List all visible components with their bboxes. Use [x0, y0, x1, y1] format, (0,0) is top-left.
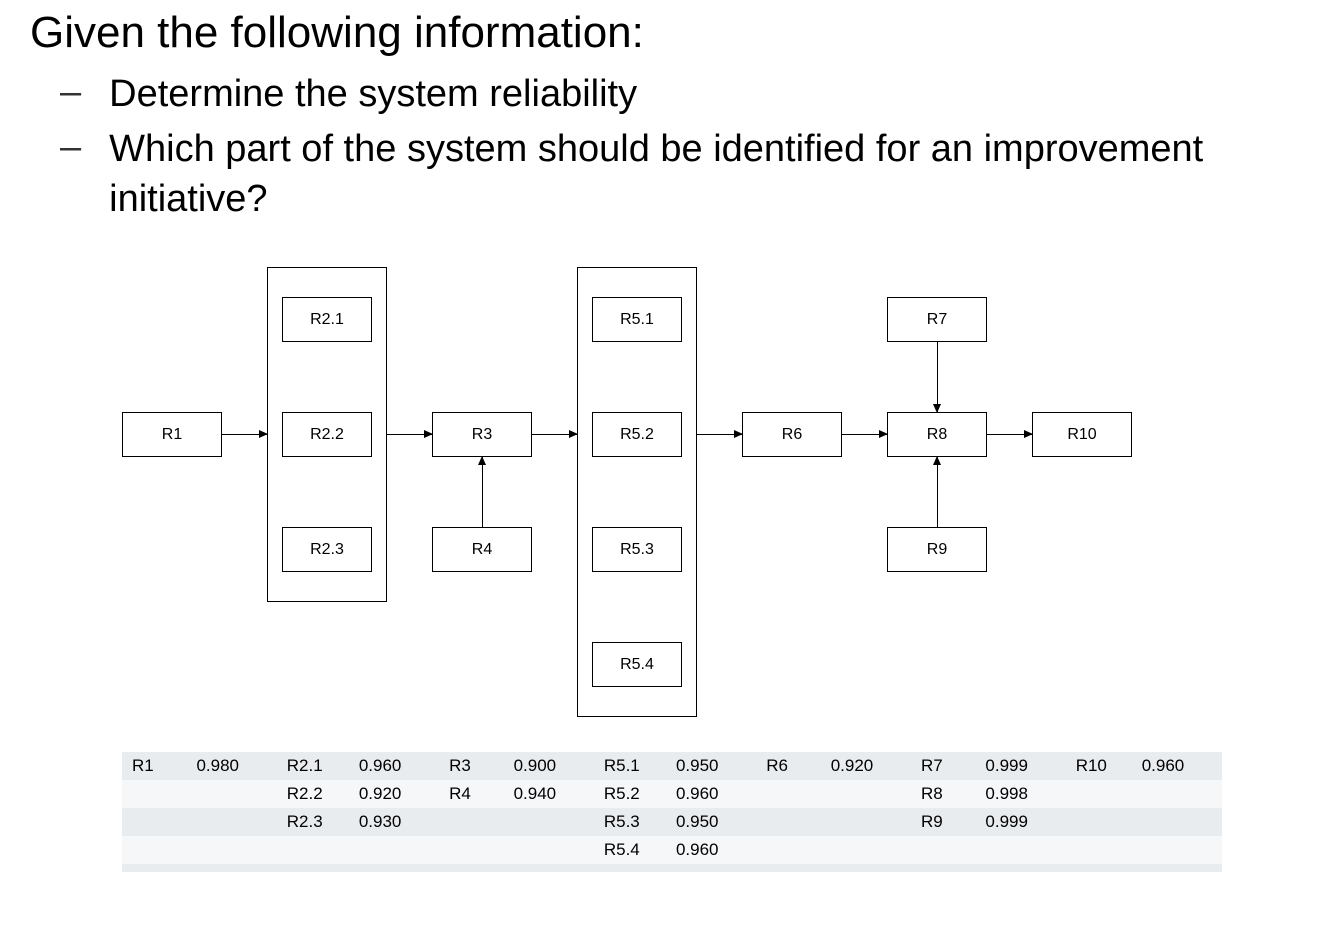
- cell-value: 0.950: [666, 752, 756, 780]
- cell-value: 0.998: [975, 780, 1065, 808]
- block-r5-2: R5.2: [592, 412, 682, 457]
- cell-label: R3: [439, 752, 503, 780]
- arrow-up-icon: [482, 457, 483, 527]
- cell-label: R5.3: [594, 808, 666, 836]
- block-r9: R9: [887, 527, 987, 572]
- table-row: R5.4 0.960: [122, 836, 1222, 864]
- block-r8: R8: [887, 412, 987, 457]
- cell-value: 0.999: [975, 752, 1065, 780]
- cell-label: R5.4: [594, 836, 666, 864]
- bullet-text: Determine the system reliability: [109, 70, 637, 119]
- bullet-text: Which part of the system should be ident…: [109, 125, 1314, 224]
- block-r5-3: R5.3: [592, 527, 682, 572]
- arrow-down-icon: [937, 342, 938, 412]
- cell-label: R6: [756, 752, 820, 780]
- bullet-item: – Determine the system reliability: [60, 70, 1314, 119]
- block-r2-1: R2.1: [282, 297, 372, 342]
- cell-value: 0.980: [186, 752, 276, 780]
- cell-value: 0.940: [504, 780, 594, 808]
- arrow-icon: [387, 434, 432, 435]
- cell-label: R4: [439, 780, 503, 808]
- cell-value: 0.960: [1132, 752, 1222, 780]
- bullet-item: – Which part of the system should be ide…: [60, 125, 1314, 224]
- block-r5-4: R5.4: [592, 642, 682, 687]
- arrow-icon: [532, 434, 577, 435]
- block-r7: R7: [887, 297, 987, 342]
- block-r5-1: R5.1: [592, 297, 682, 342]
- cell-label: R10: [1066, 752, 1132, 780]
- block-r2-2: R2.2: [282, 412, 372, 457]
- bullet-list: – Determine the system reliability – Whi…: [60, 70, 1314, 224]
- reliability-table: R1 0.980 R2.1 0.960 R3 0.900 R5.1 0.950 …: [122, 752, 1222, 872]
- arrow-icon: [842, 434, 887, 435]
- cell-value: 0.960: [666, 780, 756, 808]
- block-r3: R3: [432, 412, 532, 457]
- arrow-up-icon: [937, 457, 938, 527]
- cell-label: R2.3: [277, 808, 349, 836]
- block-r2-3: R2.3: [282, 527, 372, 572]
- cell-label: R5.2: [594, 780, 666, 808]
- cell-label: R9: [911, 808, 975, 836]
- cell-label: R7: [911, 752, 975, 780]
- cell-value: 0.999: [975, 808, 1065, 836]
- table-row: R1 0.980 R2.1 0.960 R3 0.900 R5.1 0.950 …: [122, 752, 1222, 780]
- dash-icon: –: [60, 125, 81, 171]
- table-row: R2.3 0.930 R5.3 0.950 R9 0.999: [122, 808, 1222, 836]
- cell-label: R8: [911, 780, 975, 808]
- arrow-icon: [222, 434, 267, 435]
- cell-label: R2.2: [277, 780, 349, 808]
- cell-value: 0.930: [349, 808, 439, 836]
- reliability-block-diagram: R1 R2.1 R2.2 R2.3 R3 R4 R5.1 R5.2 R5.3 R…: [122, 252, 1222, 732]
- arrow-icon: [987, 434, 1032, 435]
- block-r4: R4: [432, 527, 532, 572]
- block-r6: R6: [742, 412, 842, 457]
- cell-value: 0.900: [504, 752, 594, 780]
- arrow-icon: [697, 434, 742, 435]
- slide-title: Given the following information:: [30, 8, 1314, 58]
- cell-value: 0.960: [349, 752, 439, 780]
- block-r1: R1: [122, 412, 222, 457]
- cell-label: R2.1: [277, 752, 349, 780]
- cell-label: R5.1: [594, 752, 666, 780]
- block-r10: R10: [1032, 412, 1132, 457]
- cell-value: 0.920: [349, 780, 439, 808]
- cell-value: 0.920: [821, 752, 911, 780]
- table-row: [122, 864, 1222, 872]
- dash-icon: –: [60, 70, 81, 116]
- table-row: R2.2 0.920 R4 0.940 R5.2 0.960 R8 0.998: [122, 780, 1222, 808]
- cell-value: 0.950: [666, 808, 756, 836]
- cell-value: 0.960: [666, 836, 756, 864]
- cell-label: R1: [122, 752, 186, 780]
